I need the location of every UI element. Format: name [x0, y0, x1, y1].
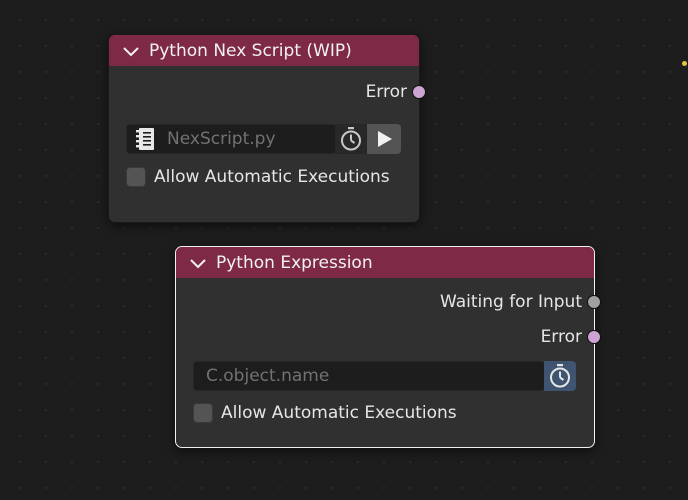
allow-auto-exec-checkbox[interactable] [193, 403, 213, 423]
offscreen-socket-dot [682, 61, 687, 66]
chevron-down-icon[interactable] [188, 256, 208, 270]
script-file-icon [136, 128, 154, 150]
allow-auto-exec-row[interactable]: Allow Automatic Executions [193, 403, 457, 423]
stopwatch-icon [341, 127, 361, 151]
allow-auto-exec-label: Allow Automatic Executions [154, 167, 390, 187]
node-header[interactable]: Python Expression [176, 247, 594, 278]
expression-placeholder: C.object.name [206, 366, 330, 386]
expression-field[interactable]: C.object.name [193, 361, 545, 391]
execute-script-button[interactable] [367, 124, 401, 154]
allow-auto-exec-row[interactable]: Allow Automatic Executions [126, 167, 390, 187]
error-output-label: Error [365, 82, 407, 102]
error-output: Error [540, 325, 601, 349]
auto-execute-timer-button[interactable] [335, 124, 367, 154]
play-icon [378, 131, 392, 147]
waiting-output: Waiting for Input [439, 290, 601, 314]
waiting-output-label: Waiting for Input [439, 292, 582, 312]
error-socket[interactable] [412, 85, 426, 99]
script-name: NexScript.py [167, 129, 276, 149]
node-title: Python Nex Script (WIP) [149, 40, 352, 61]
stopwatch-icon [550, 364, 570, 388]
error-output: Error [365, 80, 426, 104]
script-field[interactable]: NexScript.py [126, 124, 336, 154]
error-socket[interactable] [587, 330, 601, 344]
python-expression-node[interactable]: Python Expression Waiting for Input Erro… [175, 246, 601, 448]
node-title: Python Expression [216, 252, 373, 273]
allow-auto-exec-label: Allow Automatic Executions [221, 403, 457, 423]
node-header[interactable]: Python Nex Script (WIP) [109, 35, 419, 66]
chevron-down-icon[interactable] [121, 44, 141, 58]
waiting-socket[interactable] [587, 295, 601, 309]
python-nex-script-node[interactable]: Python Nex Script (WIP) Error NexScript.… [108, 34, 426, 223]
error-output-label: Error [540, 327, 582, 347]
allow-auto-exec-checkbox[interactable] [126, 167, 146, 187]
auto-execute-timer-button[interactable] [544, 361, 576, 391]
